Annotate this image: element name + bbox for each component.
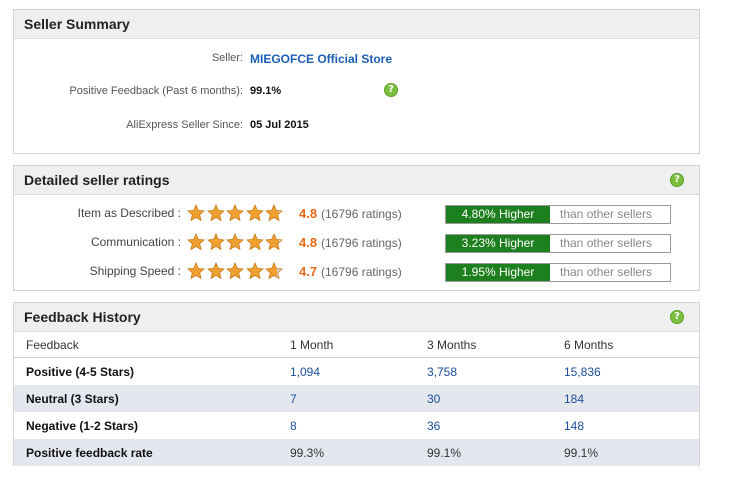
- cell-3-months-link[interactable]: 3,758: [427, 365, 457, 379]
- cell-3-months-link[interactable]: 36: [427, 419, 440, 433]
- star-icon: [206, 204, 225, 222]
- positive-feedback-value: 99.1%: [250, 85, 282, 97]
- comparison-text: than other sellers: [560, 236, 653, 250]
- question-icon[interactable]: ?: [670, 310, 684, 324]
- star-icon: [187, 262, 205, 280]
- comparison-box: 4.80% Higher than other sellers: [445, 205, 671, 224]
- comparison-text: than other sellers: [560, 207, 653, 221]
- rating-count: (16796 ratings): [321, 207, 402, 221]
- seller-since-value: 05 Jul 2015: [250, 119, 309, 131]
- detailed-ratings-title: Detailed seller ratings: [24, 172, 170, 188]
- question-icon[interactable]: ?: [384, 83, 398, 97]
- cell-1-month: 99.3%: [290, 446, 325, 460]
- seller-since-label: AliExpress Seller Since:: [126, 119, 243, 131]
- seller-summary-panel: Seller Summary Seller: MIEGOFCE Official…: [13, 9, 700, 154]
- rating-row: Shipping Speed : 4.7 (16796 ratings) 1.9…: [14, 262, 699, 282]
- star-icon: [265, 262, 283, 280]
- cell-3-months: 99.1%: [427, 446, 462, 460]
- rating-score: 4.8: [299, 206, 318, 221]
- cell-1-month-link[interactable]: 8: [290, 419, 297, 433]
- cell-6-months-link[interactable]: 184: [564, 392, 584, 406]
- comparison-higher: 1.95% Higher: [446, 264, 550, 281]
- comparison-box: 3.23% Higher than other sellers: [445, 234, 671, 253]
- star-icon: [245, 262, 264, 280]
- detailed-ratings-panel: Detailed seller ratings ? Item as Descri…: [13, 165, 700, 291]
- comparison-text: than other sellers: [560, 265, 653, 279]
- feedback-history-panel: Feedback History ? Feedback 1 Month 3 Mo…: [13, 302, 700, 466]
- row-label: Positive feedback rate: [26, 446, 153, 460]
- table-row: Positive (4-5 Stars) 1,094 3,758 15,836: [14, 358, 699, 385]
- comparison-higher: 3.23% Higher: [446, 235, 550, 252]
- rating-score: 4.8: [299, 235, 318, 250]
- rating-count: (16796 ratings): [321, 265, 402, 279]
- table-row: Positive feedback rate 99.3% 99.1% 99.1%: [14, 439, 699, 466]
- star-rating: [187, 262, 285, 282]
- rating-row: Communication : 4.8 (16796 ratings) 3.23…: [14, 233, 699, 253]
- star-icon: [206, 233, 225, 251]
- star-icon: [265, 233, 283, 251]
- star-rating: [187, 204, 285, 224]
- star-icon: [187, 233, 205, 251]
- comparison-box: 1.95% Higher than other sellers: [445, 263, 671, 282]
- feedback-history-title: Feedback History: [24, 309, 141, 325]
- seller-summary-header: Seller Summary: [14, 10, 699, 39]
- star-icon: [265, 204, 283, 222]
- column-header-6-months: 6 Months: [564, 338, 614, 352]
- star-icon: [206, 262, 225, 280]
- rating-label: Communication :: [90, 235, 181, 249]
- cell-1-month-link[interactable]: 1,094: [290, 365, 320, 379]
- column-header-feedback: Feedback: [26, 338, 79, 352]
- positive-feedback-label: Positive Feedback (Past 6 months):: [69, 85, 243, 97]
- cell-6-months-link[interactable]: 15,836: [564, 365, 601, 379]
- rating-row: Item as Described : 4.8 (16796 ratings) …: [14, 204, 699, 224]
- column-header-3-months: 3 Months: [427, 338, 477, 352]
- row-label: Neutral (3 Stars): [26, 392, 119, 406]
- rating-label: Shipping Speed :: [89, 264, 181, 278]
- table-row: Neutral (3 Stars) 7 30 184: [14, 385, 699, 412]
- star-icon: [187, 204, 205, 222]
- comparison-higher: 4.80% Higher: [446, 206, 550, 223]
- question-icon[interactable]: ?: [670, 173, 684, 187]
- cell-3-months-link[interactable]: 30: [427, 392, 440, 406]
- star-icon: [245, 233, 264, 251]
- detailed-ratings-header: Detailed seller ratings ?: [14, 166, 699, 195]
- star-icon: [226, 262, 244, 280]
- cell-6-months-link[interactable]: 148: [564, 419, 584, 433]
- star-rating: [187, 233, 285, 253]
- rating-count: (16796 ratings): [321, 236, 402, 250]
- star-icon: [226, 204, 244, 222]
- cell-6-months: 99.1%: [564, 446, 599, 460]
- rating-score: 4.7: [299, 264, 318, 279]
- rating-label: Item as Described :: [77, 206, 181, 220]
- star-icon: [245, 204, 264, 222]
- column-header-1-month: 1 Month: [290, 338, 334, 352]
- feedback-history-header: Feedback History ?: [14, 303, 699, 332]
- row-label: Negative (1-2 Stars): [26, 419, 139, 433]
- seller-label: Seller:: [211, 52, 243, 64]
- row-label: Positive (4-5 Stars): [26, 365, 135, 379]
- seller-summary-title: Seller Summary: [24, 16, 130, 32]
- table-header-row: Feedback 1 Month 3 Months 6 Months: [14, 331, 699, 358]
- seller-name-link[interactable]: MIEGOFCE Official Store: [250, 52, 392, 66]
- table-row: Negative (1-2 Stars) 8 36 148: [14, 412, 699, 439]
- cell-1-month-link[interactable]: 7: [290, 392, 297, 406]
- star-icon: [226, 233, 244, 251]
